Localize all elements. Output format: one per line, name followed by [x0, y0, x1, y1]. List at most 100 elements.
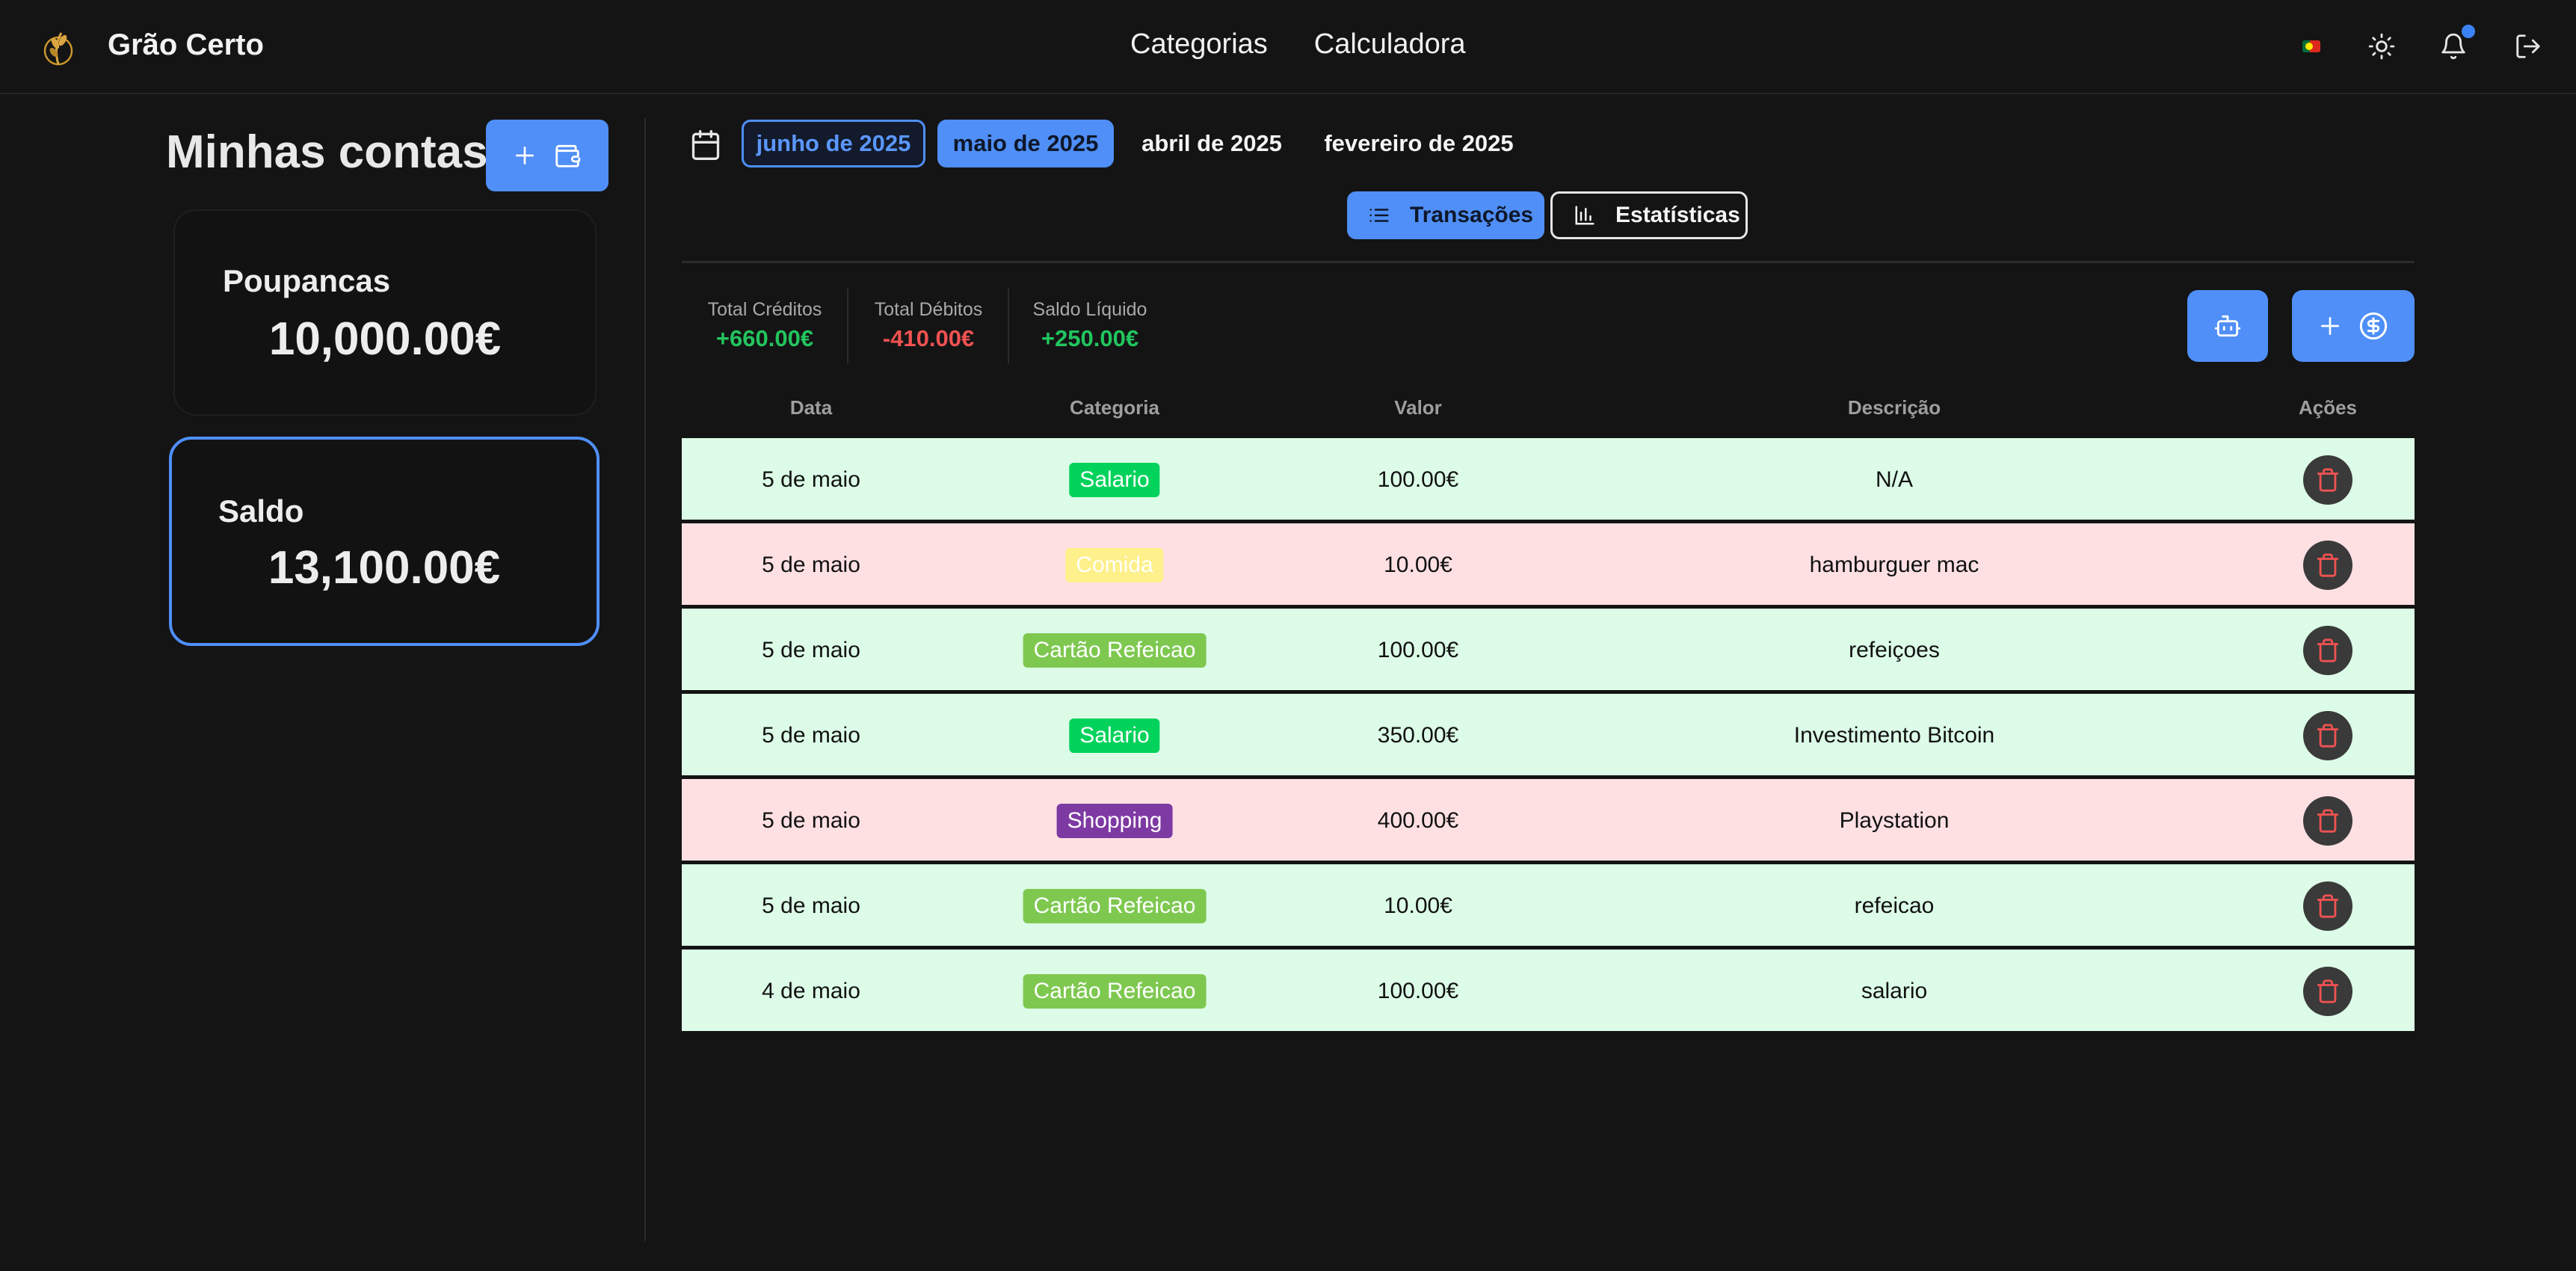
column-header-descricao: Descrição: [1847, 396, 1941, 419]
delete-transaction-button[interactable]: [2303, 967, 2352, 1016]
tab-label: Transações: [1410, 203, 1534, 227]
delete-transaction-button[interactable]: [2303, 626, 2352, 675]
cell-value: 400.00€: [1377, 808, 1459, 833]
column-header-acoes: Ações: [2298, 396, 2358, 419]
cell-category: Salario: [1069, 694, 1160, 778]
nav-categorias[interactable]: Categorias: [1130, 28, 1268, 61]
ai-assistant-button[interactable]: [2187, 290, 2268, 362]
plus-icon: [516, 147, 534, 164]
sun-icon[interactable]: [2364, 28, 2400, 64]
table-row: 5 de maio Cartão Refeicao 100.00€ refeiçoes: [682, 609, 2415, 692]
cell-category: Cartão Refeicao: [1023, 950, 1207, 1033]
table-row: 4 de maio Cartão Refeicao 100.00€ salario: [682, 950, 2415, 1033]
dollar-circle-icon: [2359, 312, 2388, 340]
total-label: Saldo Líquido: [1032, 299, 1147, 320]
saldo-liquido: Saldo Líquido +250.00€: [1030, 299, 1150, 352]
tab-estatisticas[interactable]: Estatísticas: [1550, 191, 1748, 239]
account-balance: 10,000.00€: [268, 313, 502, 365]
month-tab-abril-2025[interactable]: abril de 2025: [1129, 120, 1295, 167]
cell-category: Shopping: [1056, 779, 1173, 863]
main-nav: Categorias Calculadora: [1130, 28, 1466, 61]
column-header-valor: Valor: [1394, 396, 1442, 419]
trash-icon: [2317, 809, 2339, 833]
logout-icon[interactable]: [2510, 28, 2546, 64]
total-value: -410.00€: [882, 325, 975, 351]
month-tab-junho-2025[interactable]: junho de 2025: [742, 120, 925, 167]
cell-value: 350.00€: [1377, 723, 1459, 748]
table-row: 5 de maio Salario 100.00€ N/A: [682, 438, 2415, 522]
cell-date: 5 de maio: [762, 808, 860, 833]
add-transaction-button[interactable]: [2292, 290, 2415, 362]
tab-transacoes[interactable]: Transações: [1347, 191, 1544, 239]
cell-description: salario: [1861, 979, 1928, 1003]
calendar-icon[interactable]: [689, 129, 722, 161]
nav-calculadora[interactable]: Calculadora: [1314, 28, 1466, 61]
column-header-categoria: Categoria: [1070, 396, 1159, 419]
add-account-button[interactable]: [486, 120, 608, 191]
cell-description: hamburguer mac: [1809, 553, 1979, 577]
month-tab-fevereiro-2025[interactable]: fevereiro de 2025: [1313, 120, 1525, 167]
cell-date: 5 de maio: [762, 893, 860, 918]
tab-label: Estatísticas: [1615, 203, 1740, 227]
app-title[interactable]: Grão Certo: [108, 28, 264, 62]
delete-transaction-button[interactable]: [2303, 541, 2352, 590]
table-row: 5 de maio Salario 350.00€ Investimento Bitc…: [682, 694, 2415, 778]
section-divider: [682, 261, 2415, 263]
month-tab-maio-2025[interactable]: maio de 2025: [937, 120, 1114, 167]
top-bar: Grão Certo Categorias Calculadora: [0, 0, 2576, 94]
category-badge: Cartão Refeicao: [1023, 889, 1207, 923]
cell-description: Investimento Bitcoin: [1793, 723, 1995, 748]
cell-category: Cartão Refeicao: [1023, 609, 1207, 692]
totals-separator: [847, 289, 848, 363]
wheat-logo-icon[interactable]: [39, 27, 78, 69]
trash-icon: [2317, 638, 2339, 662]
total-debitos: Total Débitos -410.00€: [872, 299, 985, 352]
trash-icon: [2317, 724, 2339, 748]
table-row: 5 de maio Cartão Refeicao 10.00€ refeicao: [682, 864, 2415, 948]
trash-icon: [2317, 979, 2339, 1003]
bot-icon: [2214, 315, 2241, 337]
category-badge: Salario: [1069, 718, 1160, 753]
cell-description: refeiçoes: [1849, 638, 1940, 662]
cell-category: Cartão Refeicao: [1023, 864, 1207, 948]
cell-value: 100.00€: [1377, 467, 1459, 492]
language-flag-icon[interactable]: [2302, 40, 2320, 52]
wallet-icon: [555, 144, 581, 167]
cell-description: N/A: [1875, 467, 1914, 492]
category-badge: Cartão Refeicao: [1023, 974, 1207, 1009]
cell-date: 5 de maio: [762, 723, 860, 748]
delete-transaction-button[interactable]: [2303, 881, 2352, 931]
category-badge: Cartão Refeicao: [1023, 633, 1207, 668]
delete-transaction-button[interactable]: [2303, 455, 2352, 505]
cell-description: refeicao: [1854, 893, 1935, 918]
cell-category: Comida: [1065, 523, 1164, 607]
cell-value: 100.00€: [1377, 979, 1459, 1003]
total-value: +660.00€: [715, 325, 814, 351]
account-name: Saldo: [218, 493, 304, 529]
category-badge: Comida: [1065, 548, 1164, 582]
accounts-title: Minhas contas: [166, 126, 488, 178]
column-header-data: Data: [789, 396, 833, 419]
cell-date: 5 de maio: [762, 553, 860, 577]
total-creditos: Total Créditos +660.00€: [703, 299, 827, 352]
totals-separator: [1008, 289, 1009, 363]
delete-transaction-button[interactable]: [2303, 796, 2352, 846]
trash-icon: [2317, 468, 2339, 492]
cell-date: 4 de maio: [762, 979, 860, 1003]
cell-date: 5 de maio: [762, 467, 860, 492]
account-balance: 13,100.00€: [268, 542, 501, 594]
account-name: Poupancas: [223, 263, 391, 298]
total-value: +250.00€: [1041, 325, 1139, 351]
cell-value: 100.00€: [1377, 638, 1459, 662]
category-badge: Salario: [1069, 463, 1160, 497]
trash-icon: [2317, 894, 2339, 918]
cell-value: 10.00€: [1384, 553, 1452, 577]
category-badge: Shopping: [1056, 804, 1173, 838]
total-label: Total Débitos: [874, 299, 983, 320]
account-card-saldo[interactable]: Saldo 13,100.00€: [169, 437, 600, 646]
trash-icon: [2317, 553, 2339, 577]
bar-chart-icon: [1575, 206, 1594, 225]
cell-date: 5 de maio: [762, 638, 860, 662]
account-card-poupancas[interactable]: Poupancas 10,000.00€: [173, 209, 597, 416]
delete-transaction-button[interactable]: [2303, 711, 2352, 760]
